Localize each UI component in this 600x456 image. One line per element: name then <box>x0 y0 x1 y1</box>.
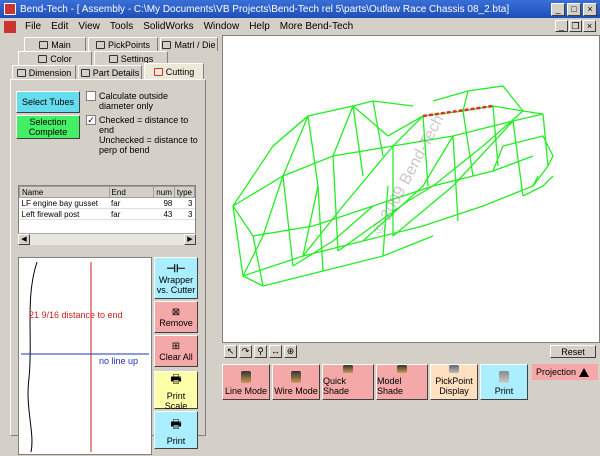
menu-edit[interactable]: Edit <box>46 21 73 32</box>
minimize-button[interactable]: _ <box>551 2 565 16</box>
bottom-print-button[interactable]: Print <box>480 364 528 400</box>
col-name[interactable]: Name <box>19 186 110 198</box>
part-details-icon <box>80 68 90 77</box>
title-bar: Bend-Tech - [ Assembly - C:\My Documents… <box>0 0 600 18</box>
pointer-tool-icon[interactable]: ↖ <box>224 345 237 358</box>
doc-restore-button[interactable]: ❐ <box>569 20 582 32</box>
tab-matrl-die[interactable]: Matrl / Die <box>160 37 218 51</box>
color-icon <box>38 54 48 63</box>
wire-mode-icon <box>291 371 301 383</box>
remove-icon: ⊠ <box>171 306 181 318</box>
pickpoints-icon <box>95 40 105 49</box>
settings-icon <box>108 54 118 63</box>
tab-part-details[interactable]: Part Details <box>78 65 142 79</box>
col-num[interactable]: num <box>153 186 175 198</box>
distance-mode-checkbox[interactable]: ✓ Checked = distance to end Unchecked = … <box>86 115 198 155</box>
view-toolbar: ↖ ↷ ⚲ ↔ ⊕ Reset <box>222 344 600 360</box>
no-line-up-label: no line up <box>99 356 139 366</box>
list-horizontal-scrollbar[interactable]: ◀ ▶ <box>18 233 196 245</box>
3d-viewport[interactable]: © 2009 Bend-Tech <box>222 35 600 343</box>
tab-cutting[interactable]: Cutting <box>144 63 204 79</box>
pickpoint-display-button[interactable]: PickPoint Display <box>430 364 478 400</box>
calc-outside-checkbox[interactable]: Calculate outside diameter only <box>86 91 198 111</box>
printer-icon: 🖶 <box>170 371 182 386</box>
col-type[interactable]: type <box>173 186 196 198</box>
cut-preview: 21 9/16 distance to end no line up <box>18 257 152 455</box>
calc-outside-box[interactable] <box>86 91 96 101</box>
printer-icon <box>499 371 509 383</box>
document-icon[interactable] <box>4 20 16 33</box>
maximize-button[interactable]: □ <box>567 2 581 16</box>
menu-file[interactable]: File <box>20 21 46 32</box>
close-button[interactable]: × <box>583 2 597 16</box>
main-icon <box>39 40 49 49</box>
printer-icon: 🖶 <box>170 416 182 431</box>
print-button[interactable]: 🖶 Print <box>154 411 198 449</box>
tab-main[interactable]: Main <box>24 37 86 51</box>
scissors-icon <box>153 67 163 76</box>
zoom-tool-icon[interactable]: ⚲ <box>254 345 267 358</box>
menu-bar: File Edit View Tools SolidWorks Window H… <box>0 18 600 35</box>
menu-view[interactable]: View <box>73 21 105 32</box>
tab-dimension[interactable]: Dimension <box>12 65 76 79</box>
reset-button[interactable]: Reset <box>550 345 596 358</box>
model-shade-icon <box>397 365 407 373</box>
projection-toggle[interactable]: Projection <box>532 364 598 380</box>
remove-button[interactable]: ⊠ Remove <box>154 301 198 333</box>
menu-solidworks[interactable]: SolidWorks <box>138 21 198 32</box>
table-row[interactable]: Left firewall post far 43 3 <box>19 208 195 220</box>
rotate-tool-icon[interactable]: ↷ <box>239 345 252 358</box>
model-shade-button[interactable]: Model Shade <box>376 364 428 400</box>
wrapper-vs-cutter-button[interactable]: ⊣⊢ Wrapper vs. Cutter <box>154 257 198 299</box>
menu-tools[interactable]: Tools <box>105 21 138 32</box>
wire-mode-button[interactable]: Wire Mode <box>272 364 320 400</box>
selection-complete-button[interactable]: Selection Complete <box>16 115 80 139</box>
doc-minimize-button[interactable]: _ <box>555 20 568 32</box>
window-title: Bend-Tech - [ Assembly - C:\My Documents… <box>20 3 510 15</box>
tab-color[interactable]: Color <box>18 51 92 65</box>
line-mode-icon <box>241 371 251 383</box>
line-mode-button[interactable]: Line Mode <box>222 364 270 400</box>
table-row[interactable]: LF engine bay gusset far 98 3 <box>19 197 195 209</box>
quick-shade-icon <box>343 365 353 373</box>
print-scale-button[interactable]: 🖶 Print Scale <box>154 371 198 411</box>
clear-all-button[interactable]: ⊞ Clear All <box>154 335 198 367</box>
select-tubes-button[interactable]: Select Tubes <box>16 91 80 113</box>
distance-label: 21 9/16 distance to end <box>29 310 123 320</box>
scroll-right-icon[interactable]: ▶ <box>184 234 196 245</box>
menu-window[interactable]: Window <box>199 21 245 32</box>
left-panel: Main PickPoints Matrl / Die Color Settin… <box>2 35 220 455</box>
clear-all-icon: ⊞ <box>171 340 181 352</box>
menu-more-bend-tech[interactable]: More Bend-Tech <box>275 21 358 32</box>
menu-help[interactable]: Help <box>244 21 275 32</box>
triangle-up-icon <box>579 367 590 377</box>
app-icon[interactable] <box>4 3 16 15</box>
die-icon <box>162 40 172 49</box>
pickpoint-display-icon <box>449 365 459 373</box>
fit-width-icon[interactable]: ↔ <box>269 345 282 358</box>
display-mode-bar: Line Mode Wire Mode Quick Shade Model Sh… <box>222 360 600 438</box>
dimension-icon <box>16 68 26 77</box>
scroll-left-icon[interactable]: ◀ <box>18 234 30 245</box>
distance-mode-box[interactable]: ✓ <box>86 115 96 125</box>
col-end[interactable]: End <box>108 186 155 198</box>
quick-shade-button[interactable]: Quick Shade <box>322 364 374 400</box>
tab-pickpoints[interactable]: PickPoints <box>88 37 158 51</box>
wrapper-icon: ⊣⊢ <box>166 262 186 275</box>
fit-all-icon[interactable]: ⊕ <box>284 345 297 358</box>
doc-close-button[interactable]: × <box>583 20 596 32</box>
